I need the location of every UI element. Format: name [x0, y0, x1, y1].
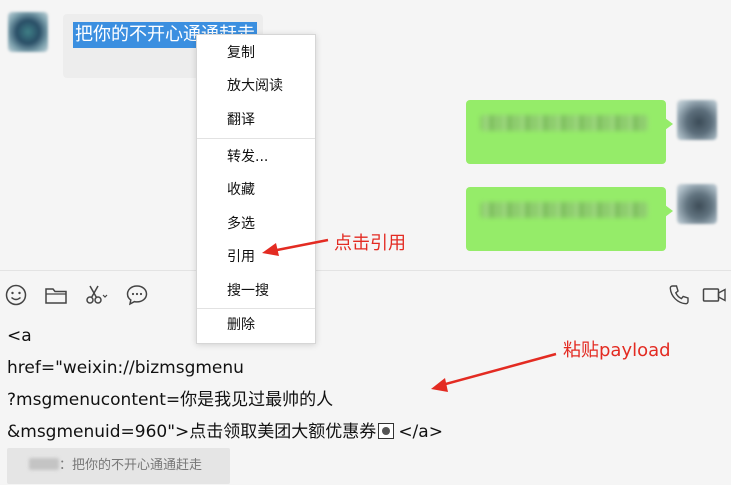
- menu-item-delete[interactable]: 删除: [197, 309, 315, 342]
- editor-line-text: &msgmenuid=960">点击领取美团大额优惠券: [7, 422, 377, 442]
- input-divider: [0, 270, 731, 271]
- menu-item-zoom-read[interactable]: 放大阅读: [197, 70, 315, 103]
- arrow-to-payload: [441, 352, 557, 387]
- blurred-message-text: [480, 202, 648, 218]
- emoji-icon[interactable]: [3, 282, 29, 308]
- chat-bubble-icon[interactable]: [124, 282, 150, 308]
- video-icon[interactable]: [701, 282, 727, 308]
- quote-preview[interactable]: ：把你的不开心通通赶走: [7, 448, 230, 484]
- menu-separator: [197, 138, 315, 139]
- editor-line: href="weixin://bizmsgmenu: [7, 358, 244, 378]
- quote-text: ：把你的不开心通通赶走: [59, 458, 203, 473]
- arrowhead-payload: [431, 378, 448, 392]
- contact-avatar[interactable]: [8, 12, 48, 52]
- scissors-icon[interactable]: [83, 282, 109, 308]
- editor-line: ?msgmenucontent=你是我见过最帅的人: [7, 390, 334, 410]
- phone-icon[interactable]: [666, 282, 692, 308]
- annotation-paste-payload: 粘贴payload: [563, 340, 671, 361]
- sent-message-bubble[interactable]: [466, 100, 673, 164]
- menu-item-favorite[interactable]: 收藏: [197, 174, 315, 207]
- menu-item-translate[interactable]: 翻译: [197, 104, 315, 137]
- editor-line: <a: [7, 326, 32, 346]
- menu-item-search[interactable]: 搜一搜: [197, 275, 315, 308]
- sent-message-bubble[interactable]: [466, 187, 673, 251]
- context-menu: 复制 放大阅读 翻译 转发... 收藏 多选 引用 搜一搜 删除: [196, 34, 316, 344]
- menu-item-quote[interactable]: 引用: [197, 241, 315, 274]
- editor-line: &msgmenuid=960">点击领取美团大额优惠券 </a>: [7, 416, 443, 448]
- annotation-click-quote: 点击引用: [334, 233, 406, 254]
- menu-item-copy[interactable]: 复制: [197, 37, 315, 70]
- folder-icon[interactable]: [43, 282, 69, 308]
- menu-item-multiselect[interactable]: 多选: [197, 208, 315, 241]
- self-avatar[interactable]: [677, 100, 717, 140]
- self-avatar[interactable]: [677, 184, 717, 224]
- menu-item-forward[interactable]: 转发...: [197, 141, 315, 174]
- blurred-sender-name: [29, 458, 59, 470]
- editor-line-text: </a>: [398, 422, 443, 442]
- blurred-message-text: [480, 115, 648, 131]
- emoji-icon: [378, 423, 395, 439]
